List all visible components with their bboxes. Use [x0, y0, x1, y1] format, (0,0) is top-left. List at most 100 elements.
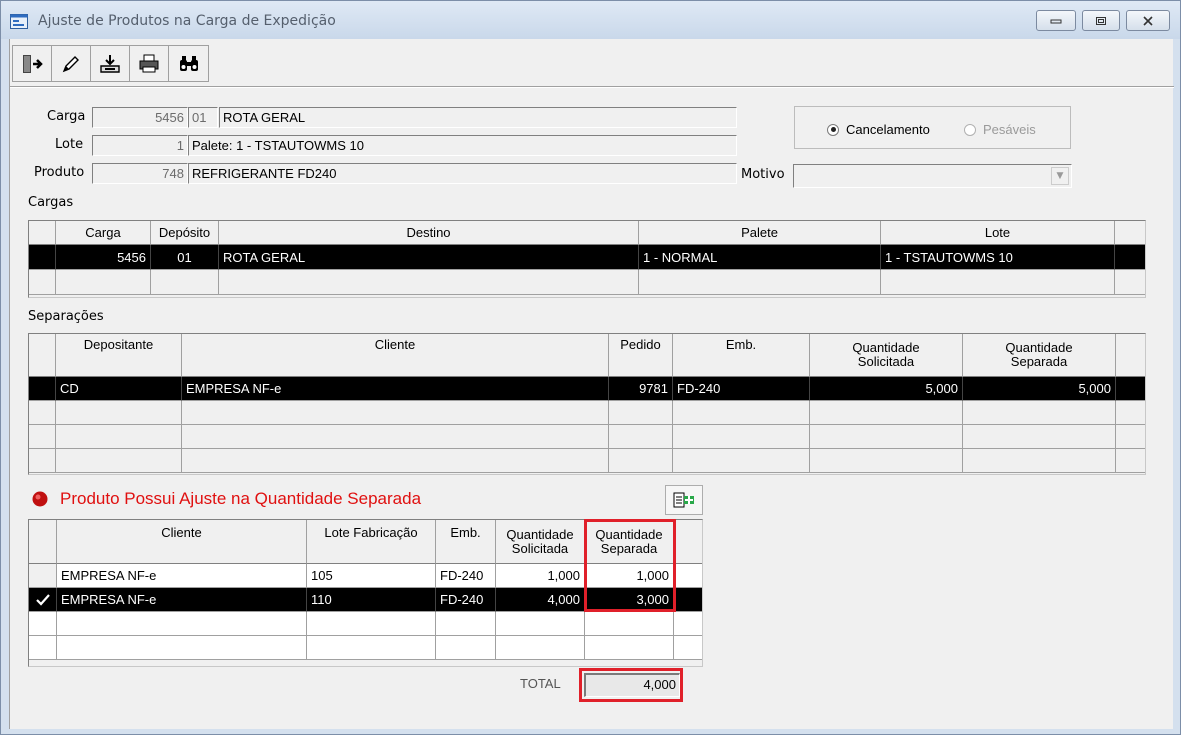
toolbar-divider	[10, 86, 1174, 88]
separacoes-grid: Depositante Cliente Pedido Emb. Quantida…	[28, 333, 1146, 475]
app-window: Ajuste de Produtos na Carga de Expedição	[0, 0, 1181, 735]
empty-row	[29, 401, 1145, 425]
carga-deposit-field[interactable]: 01	[188, 107, 218, 128]
cell-lote: 110	[307, 588, 436, 612]
col-destino[interactable]: Destino	[219, 221, 639, 245]
cell-lote: 105	[307, 564, 436, 588]
dropdown-button[interactable]: ▼	[1051, 167, 1069, 185]
binoculars-search-icon	[179, 55, 198, 71]
col-deposito[interactable]: Depósito	[151, 221, 219, 245]
col-emb[interactable]: Emb.	[673, 334, 810, 377]
exit-icon	[23, 54, 43, 73]
cell-emb: FD-240	[436, 564, 496, 588]
restore-button[interactable]	[1082, 10, 1120, 31]
produto-number-field[interactable]: 748	[92, 163, 188, 184]
cell-cliente: EMPRESA NF-e	[182, 377, 609, 401]
carga-desc-field[interactable]: ROTA GERAL	[219, 107, 737, 128]
empty-row	[29, 425, 1145, 449]
search-button[interactable]	[169, 46, 208, 81]
col-lote-fabricacao[interactable]: Lote Fabricação	[307, 520, 436, 564]
cell-cliente: EMPRESA NF-e	[57, 588, 307, 612]
exit-button[interactable]	[13, 46, 52, 81]
minimize-button[interactable]	[1036, 10, 1076, 31]
table-row[interactable]: 5456 01 ROTA GERAL 1 - NORMAL 1 - TSTAUT…	[29, 245, 1145, 270]
edit-button[interactable]	[52, 46, 91, 81]
cell-cliente: EMPRESA NF-e	[57, 564, 307, 588]
separacoes-section-label: Separações	[28, 309, 104, 324]
toolbar	[12, 45, 209, 82]
cell-emb: FD-240	[673, 377, 810, 401]
col-lote[interactable]: Lote	[881, 221, 1115, 245]
adjust-warning-text: Produto Possui Ajuste na Quantidade Sepa…	[60, 489, 422, 508]
separacoes-header-row: Depositante Cliente Pedido Emb. Quantida…	[29, 334, 1145, 377]
table-row[interactable]: CD EMPRESA NF-e 9781 FD-240 5,000 5,000	[29, 377, 1145, 401]
cargas-header-row: Carga Depósito Destino Palete Lote	[29, 221, 1145, 245]
col-qtd-separada[interactable]: Quantidade Separada	[963, 334, 1116, 377]
produto-label: Produto	[34, 165, 85, 180]
red-alert-icon	[32, 491, 48, 507]
motivo-select[interactable]: ▼	[793, 164, 1072, 188]
cell-qtd-solicitada: 1,000	[496, 564, 585, 588]
client-area: Carga 5456 01 ROTA GERAL Lote 1 Palete: …	[9, 39, 1174, 729]
col-cliente[interactable]: Cliente	[57, 520, 307, 564]
empty-row	[29, 612, 702, 636]
cell-qtd-solicitada: 5,000	[810, 377, 963, 401]
radio-pesaveis-label: Pesáveis	[983, 122, 1036, 137]
cargas-section-label: Cargas	[28, 195, 74, 210]
import-tray-icon	[100, 54, 120, 73]
window-app-icon	[10, 14, 28, 29]
add-row-icon	[673, 492, 694, 508]
window-title: Ajuste de Produtos na Carga de Expedição	[38, 13, 336, 29]
col-emb[interactable]: Emb.	[436, 520, 496, 564]
radio-checked-icon	[827, 123, 839, 136]
restore-icon	[1096, 16, 1106, 25]
motivo-label: Motivo	[741, 167, 785, 182]
col-pedido[interactable]: Pedido	[609, 334, 673, 377]
lote-number-field[interactable]: 1	[92, 135, 188, 156]
cell-deposito: 01	[151, 245, 219, 270]
carga-number-field[interactable]: 5456	[92, 107, 188, 128]
option-group: Cancelamento Pesáveis	[794, 106, 1071, 149]
cell-depositante: CD	[56, 377, 182, 401]
edit-pencil-icon	[62, 55, 79, 72]
print-button[interactable]	[130, 46, 169, 81]
col-carga[interactable]: Carga	[56, 221, 151, 245]
add-row-button[interactable]	[665, 485, 703, 515]
cell-lote: 1 - TSTAUTOWMS 10	[881, 245, 1115, 270]
cargas-grid: Carga Depósito Destino Palete Lote 5456 …	[28, 220, 1146, 298]
cell-qtd-solicitada: 4,000	[496, 588, 585, 612]
cell-pedido: 9781	[609, 377, 673, 401]
row-selected-check-icon	[29, 588, 57, 612]
chevron-down-icon: ▼	[1056, 171, 1064, 181]
cell-palete: 1 - NORMAL	[639, 245, 881, 270]
empty-row	[29, 449, 1145, 473]
col-qtd-solicitada[interactable]: Quantidade Solicitada	[496, 520, 585, 564]
cell-destino: ROTA GERAL	[219, 245, 639, 270]
total-label: TOTAL	[520, 676, 561, 691]
col-cliente[interactable]: Cliente	[182, 334, 609, 377]
radio-unchecked-icon	[964, 123, 976, 136]
col-palete[interactable]: Palete	[639, 221, 881, 245]
cell-emb: FD-240	[436, 588, 496, 612]
close-button[interactable]	[1126, 10, 1170, 31]
empty-row	[29, 270, 1145, 295]
col-qtd-solicitada[interactable]: Quantidade Solicitada	[810, 334, 963, 377]
minimize-icon	[1050, 19, 1062, 23]
radio-cancelamento-label: Cancelamento	[846, 122, 930, 137]
empty-row	[29, 636, 702, 660]
title-bar[interactable]: Ajuste de Produtos na Carga de Expedição	[1, 1, 1180, 39]
carga-label: Carga	[47, 109, 86, 124]
highlight-qtd-separada-column	[584, 519, 676, 612]
col-depositante[interactable]: Depositante	[56, 334, 182, 377]
cell-carga: 5456	[56, 245, 151, 270]
print-icon	[139, 54, 159, 72]
radio-cancelamento[interactable]: Cancelamento	[827, 122, 930, 137]
highlight-total	[579, 668, 683, 702]
lote-desc-field[interactable]: Palete: 1 - TSTAUTOWMS 10	[188, 135, 737, 156]
radio-pesaveis[interactable]: Pesáveis	[964, 122, 1036, 137]
close-icon	[1143, 15, 1153, 26]
import-button[interactable]	[91, 46, 130, 81]
cell-qtd-separada: 5,000	[963, 377, 1116, 401]
lote-label: Lote	[55, 137, 84, 152]
produto-desc-field[interactable]: REFRIGERANTE FD240	[188, 163, 737, 184]
